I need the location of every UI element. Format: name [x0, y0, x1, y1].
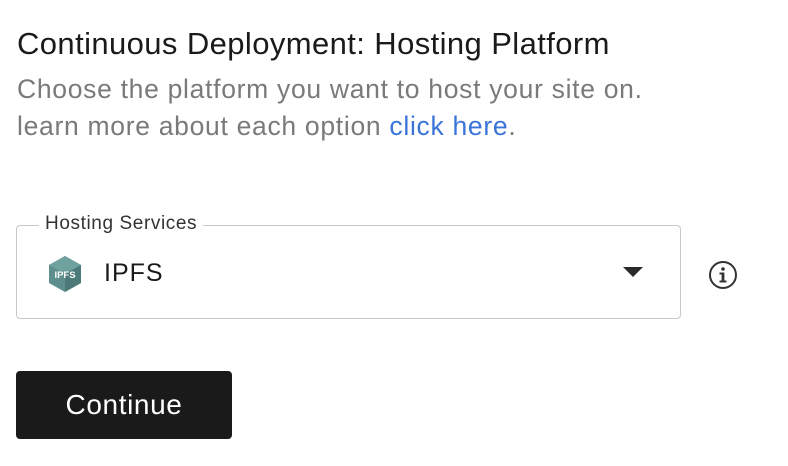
page-description: Choose the platform you want to host you… [17, 71, 643, 145]
description-line-2: learn more about each option click here. [17, 108, 643, 145]
selected-hosting-value: IPFS [104, 259, 164, 287]
info-circle-icon[interactable] [708, 260, 738, 290]
hosting-services-label: Hosting Services [39, 212, 204, 236]
learn-more-link[interactable]: click here [389, 111, 508, 141]
description-line-1: Choose the platform you want to host you… [17, 74, 643, 104]
description-suffix: . [508, 111, 517, 141]
deployment-page: Continuous Deployment: Hosting Platform … [0, 0, 788, 466]
page-title: Continuous Deployment: Hosting Platform [17, 26, 610, 61]
hosting-services-select[interactable]: Hosting Services IPFS IPFS [16, 212, 681, 319]
ipfs-logo-text: IPFS [54, 270, 75, 281]
description-prefix: learn more about each option [17, 111, 390, 141]
caret-down-icon[interactable] [623, 267, 643, 277]
continue-button[interactable]: Continue [16, 371, 232, 439]
ipfs-logo-icon: IPFS [49, 256, 81, 292]
